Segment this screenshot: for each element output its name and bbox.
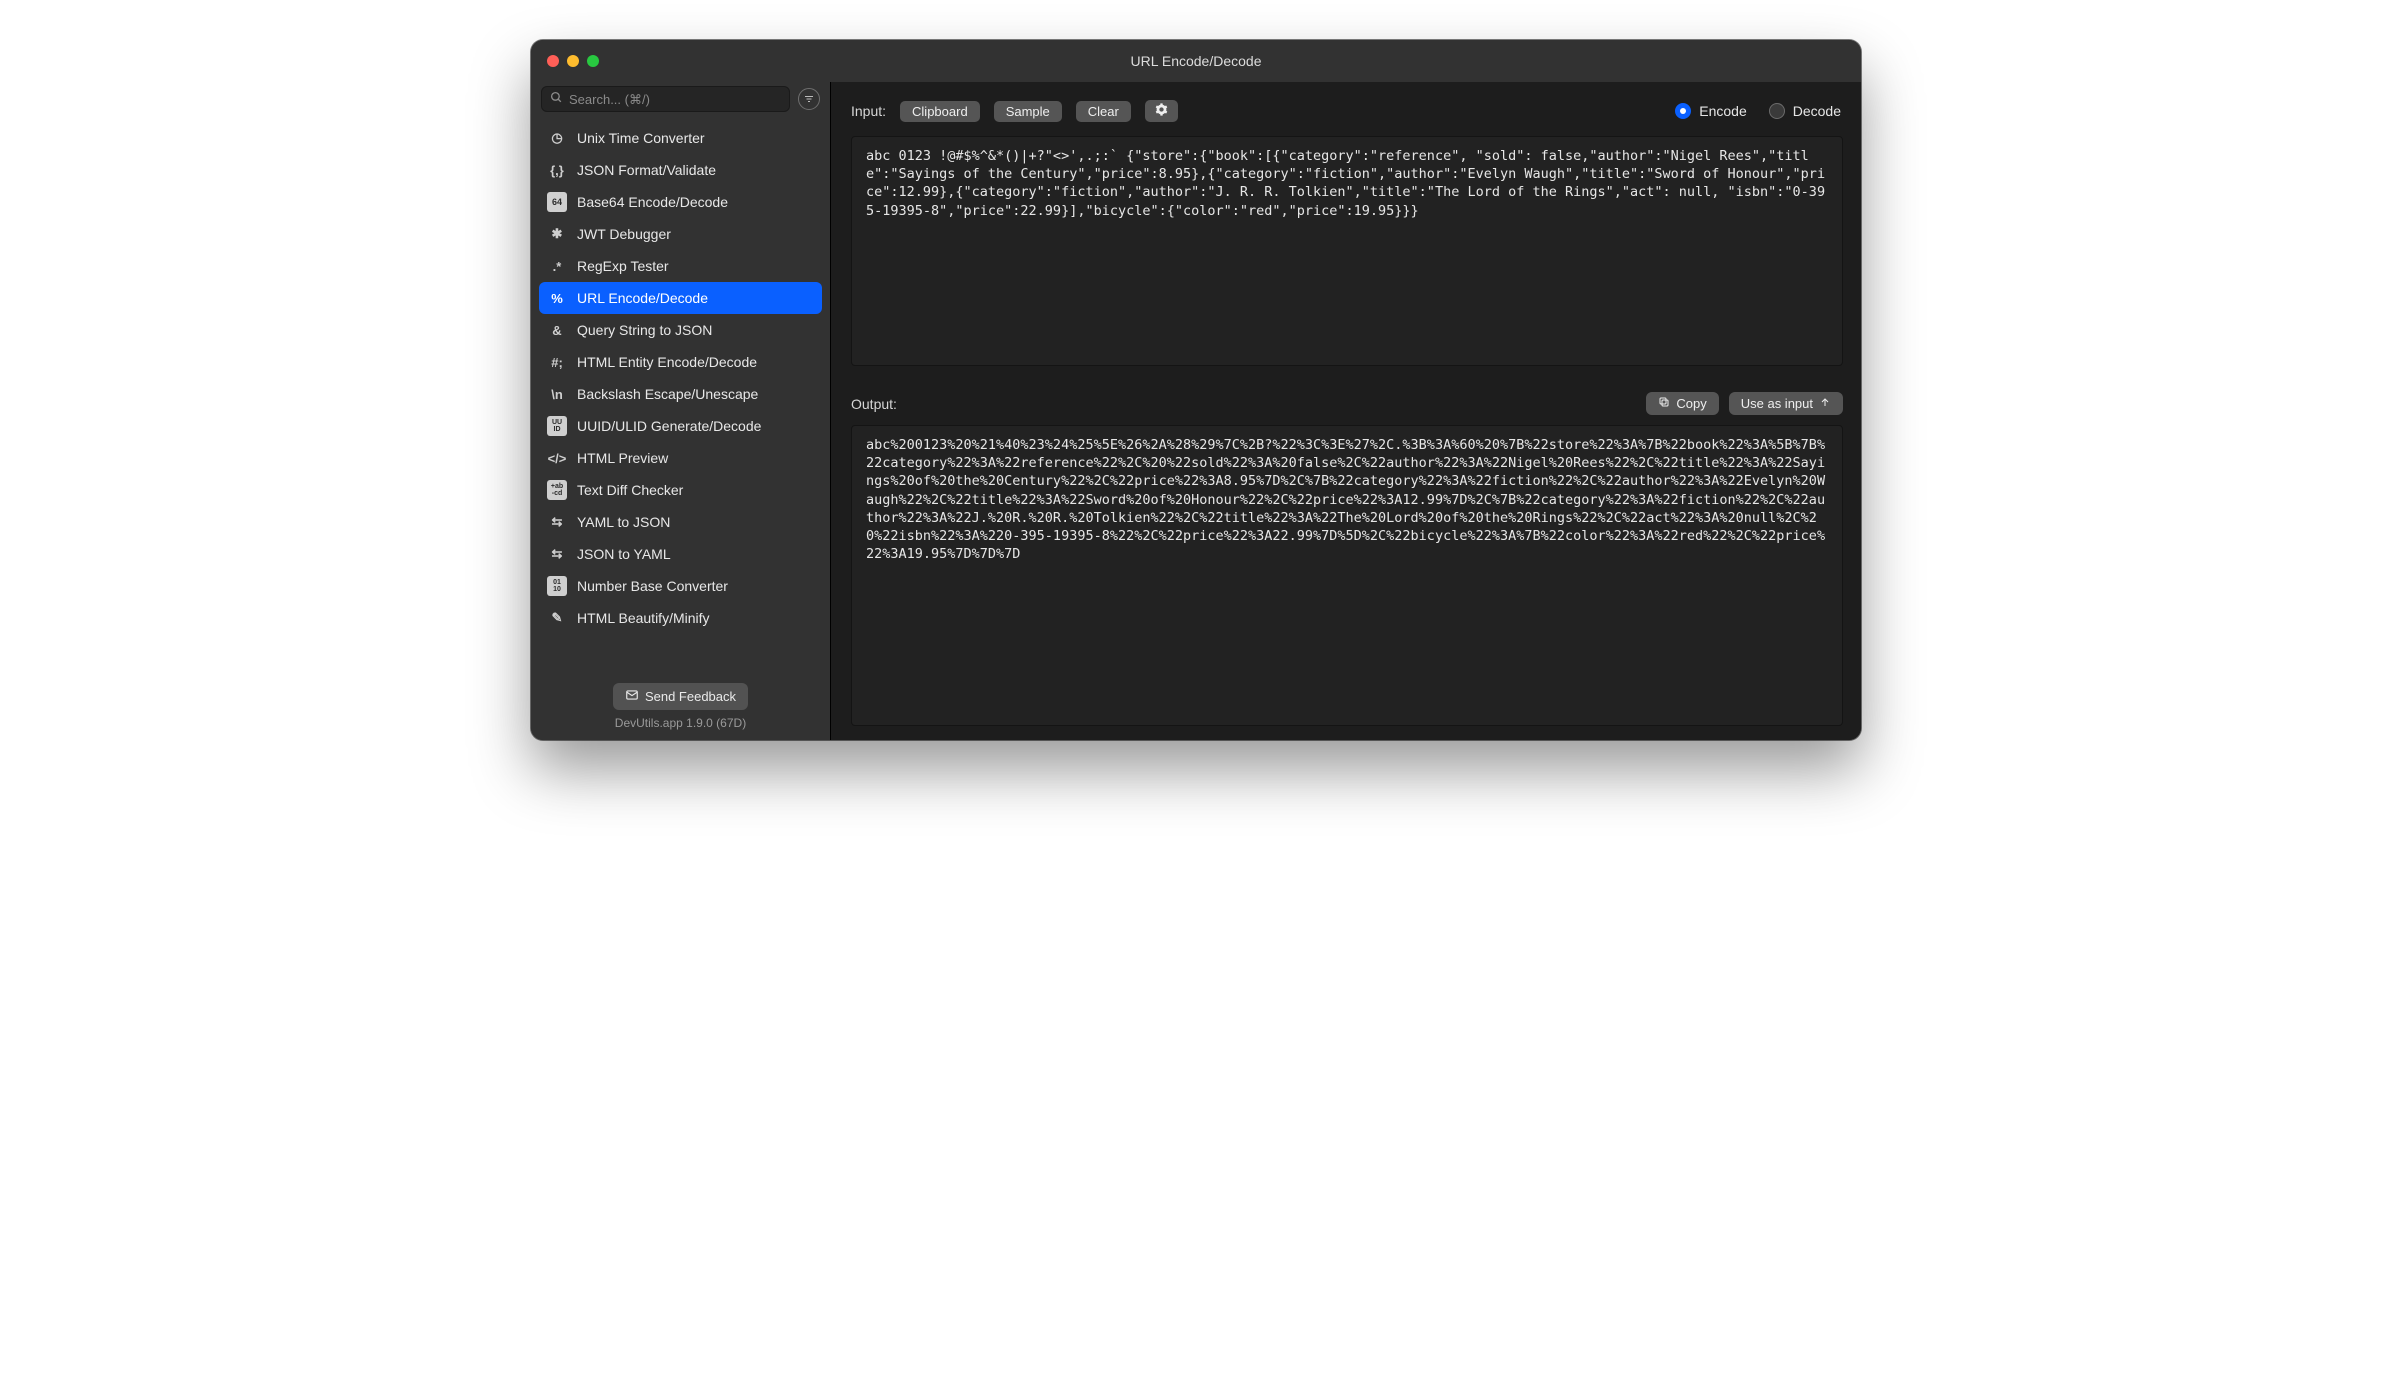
sidebar-item-label: JSON to YAML (577, 546, 671, 562)
sidebar-item-label: Number Base Converter (577, 578, 728, 594)
braces-icon: {,} (547, 160, 567, 180)
sidebar-item-label: RegExp Tester (577, 258, 669, 274)
copy-button[interactable]: Copy (1646, 392, 1718, 415)
window-title: URL Encode/Decode (531, 53, 1861, 69)
sidebar-item-label: Base64 Encode/Decode (577, 194, 728, 210)
sample-button[interactable]: Sample (994, 101, 1062, 122)
sidebar-item-json-format[interactable]: {,} JSON Format/Validate (539, 154, 822, 186)
sidebar-item-json2yaml[interactable]: ⇆ JSON to YAML (539, 538, 822, 570)
input-text[interactable]: abc 0123 !@#$%^&*()|+?"<>',.;:` {"store"… (852, 137, 1842, 230)
sidebar-item-number-base[interactable]: 01 10 Number Base Converter (539, 570, 822, 602)
sidebar-item-jwt[interactable]: ✱ JWT Debugger (539, 218, 822, 250)
search-icon (550, 91, 563, 107)
sidebar-item-base64[interactable]: 64 Base64 Encode/Decode (539, 186, 822, 218)
main-area: Input: Clipboard Sample Clear Encode (831, 82, 1861, 740)
gear-icon (1155, 104, 1168, 119)
hash-icon: #; (547, 352, 567, 372)
sidebar-item-label: HTML Beautify/Minify (577, 610, 710, 626)
sidebar-item-label: UUID/ULID Generate/Decode (577, 418, 761, 434)
clock-icon: ◷ (547, 128, 567, 148)
wand-icon: ✎ (547, 608, 567, 628)
sidebar-item-regexp[interactable]: .* RegExp Tester (539, 250, 822, 282)
clear-button[interactable]: Clear (1076, 101, 1131, 122)
tool-list[interactable]: ◷ Unix Time Converter {,} JSON Format/Valid… (531, 120, 830, 675)
sidebar-item-label: HTML Entity Encode/Decode (577, 354, 757, 370)
mail-icon (625, 688, 639, 705)
version-label: DevUtils.app 1.9.0 (67D) (615, 716, 746, 730)
output-label: Output: (851, 396, 897, 412)
output-pane[interactable]: abc%200123%20%21%40%23%24%25%5E%26%2A%28… (851, 425, 1843, 726)
decode-radio-label: Decode (1793, 103, 1841, 119)
encode-radio[interactable]: Encode (1675, 103, 1746, 119)
sidebar-item-label: Backslash Escape/Unescape (577, 386, 758, 402)
b64-icon: 64 (547, 192, 567, 212)
sidebar-item-html-beautify[interactable]: ✎ HTML Beautify/Minify (539, 602, 822, 634)
sidebar-item-backslash[interactable]: \n Backslash Escape/Unescape (539, 378, 822, 410)
decode-radio[interactable]: Decode (1769, 103, 1841, 119)
copy-icon (1658, 396, 1670, 411)
use-as-input-label: Use as input (1741, 396, 1813, 411)
percent-icon: % (547, 288, 567, 308)
backslash-icon: \n (547, 384, 567, 404)
sidebar-item-label: Unix Time Converter (577, 130, 705, 146)
sidebar-item-html-entity[interactable]: #; HTML Entity Encode/Decode (539, 346, 822, 378)
encode-radio-label: Encode (1699, 103, 1746, 119)
use-as-input-button[interactable]: Use as input (1729, 392, 1843, 415)
app-window: URL Encode/Decode ◷ Unix Time Converter {,… (531, 40, 1861, 740)
sidebar: ◷ Unix Time Converter {,} JSON Format/Valid… (531, 82, 831, 740)
uuid-icon: UU ID (547, 416, 567, 436)
sidebar-item-text-diff[interactable]: +ab -cd Text Diff Checker (539, 474, 822, 506)
sidebar-item-uuid[interactable]: UU ID UUID/ULID Generate/Decode (539, 410, 822, 442)
jwt-icon: ✱ (547, 224, 567, 244)
zoom-window-button[interactable] (587, 55, 599, 67)
sidebar-footer: Send Feedback DevUtils.app 1.9.0 (67D) (531, 675, 830, 740)
copy-label: Copy (1676, 396, 1706, 411)
diff-icon: +ab -cd (547, 480, 567, 500)
sidebar-item-label: Text Diff Checker (577, 482, 683, 498)
search-input-container[interactable] (541, 86, 790, 112)
close-window-button[interactable] (547, 55, 559, 67)
minimize-window-button[interactable] (567, 55, 579, 67)
output-toolbar: Output: Copy Use as input (831, 380, 1861, 421)
sidebar-item-unix-time[interactable]: ◷ Unix Time Converter (539, 122, 822, 154)
mode-radio-group: Encode Decode (1675, 103, 1841, 119)
input-pane[interactable]: abc 0123 !@#$%^&*()|+?"<>',.;:` {"store"… (851, 136, 1843, 366)
radio-icon (1769, 103, 1785, 119)
swap-icon: ⇆ (547, 544, 567, 564)
settings-button[interactable] (1145, 100, 1178, 122)
sidebar-item-yaml2json[interactable]: ⇆ YAML to JSON (539, 506, 822, 538)
sidebar-item-label: HTML Preview (577, 450, 668, 466)
arrow-up-icon (1819, 396, 1831, 411)
sidebar-item-label: JSON Format/Validate (577, 162, 716, 178)
sidebar-item-html-preview[interactable]: </> HTML Preview (539, 442, 822, 474)
regex-icon: .* (547, 256, 567, 276)
input-toolbar: Input: Clipboard Sample Clear Encode (831, 82, 1861, 132)
clipboard-button[interactable]: Clipboard (900, 101, 980, 122)
swap-icon: ⇆ (547, 512, 567, 532)
titlebar: URL Encode/Decode (531, 40, 1861, 82)
binary-icon: 01 10 (547, 576, 567, 596)
sidebar-item-label: URL Encode/Decode (577, 290, 708, 306)
sidebar-item-label: Query String to JSON (577, 322, 712, 338)
send-feedback-button[interactable]: Send Feedback (613, 683, 748, 710)
send-feedback-label: Send Feedback (645, 689, 736, 704)
traffic-lights (531, 55, 599, 67)
amp-icon: & (547, 320, 567, 340)
search-input[interactable] (569, 92, 781, 107)
input-label: Input: (851, 103, 886, 119)
sidebar-item-url-encode[interactable]: % URL Encode/Decode (539, 282, 822, 314)
output-text: abc%200123%20%21%40%23%24%25%5E%26%2A%28… (852, 426, 1842, 574)
radio-icon (1675, 103, 1691, 119)
sidebar-item-query-json[interactable]: &Query String to JSON (539, 314, 822, 346)
tag-icon: </> (547, 448, 567, 468)
sidebar-item-label: JWT Debugger (577, 226, 671, 242)
filter-button[interactable] (798, 88, 820, 110)
sidebar-item-label: YAML to JSON (577, 514, 670, 530)
